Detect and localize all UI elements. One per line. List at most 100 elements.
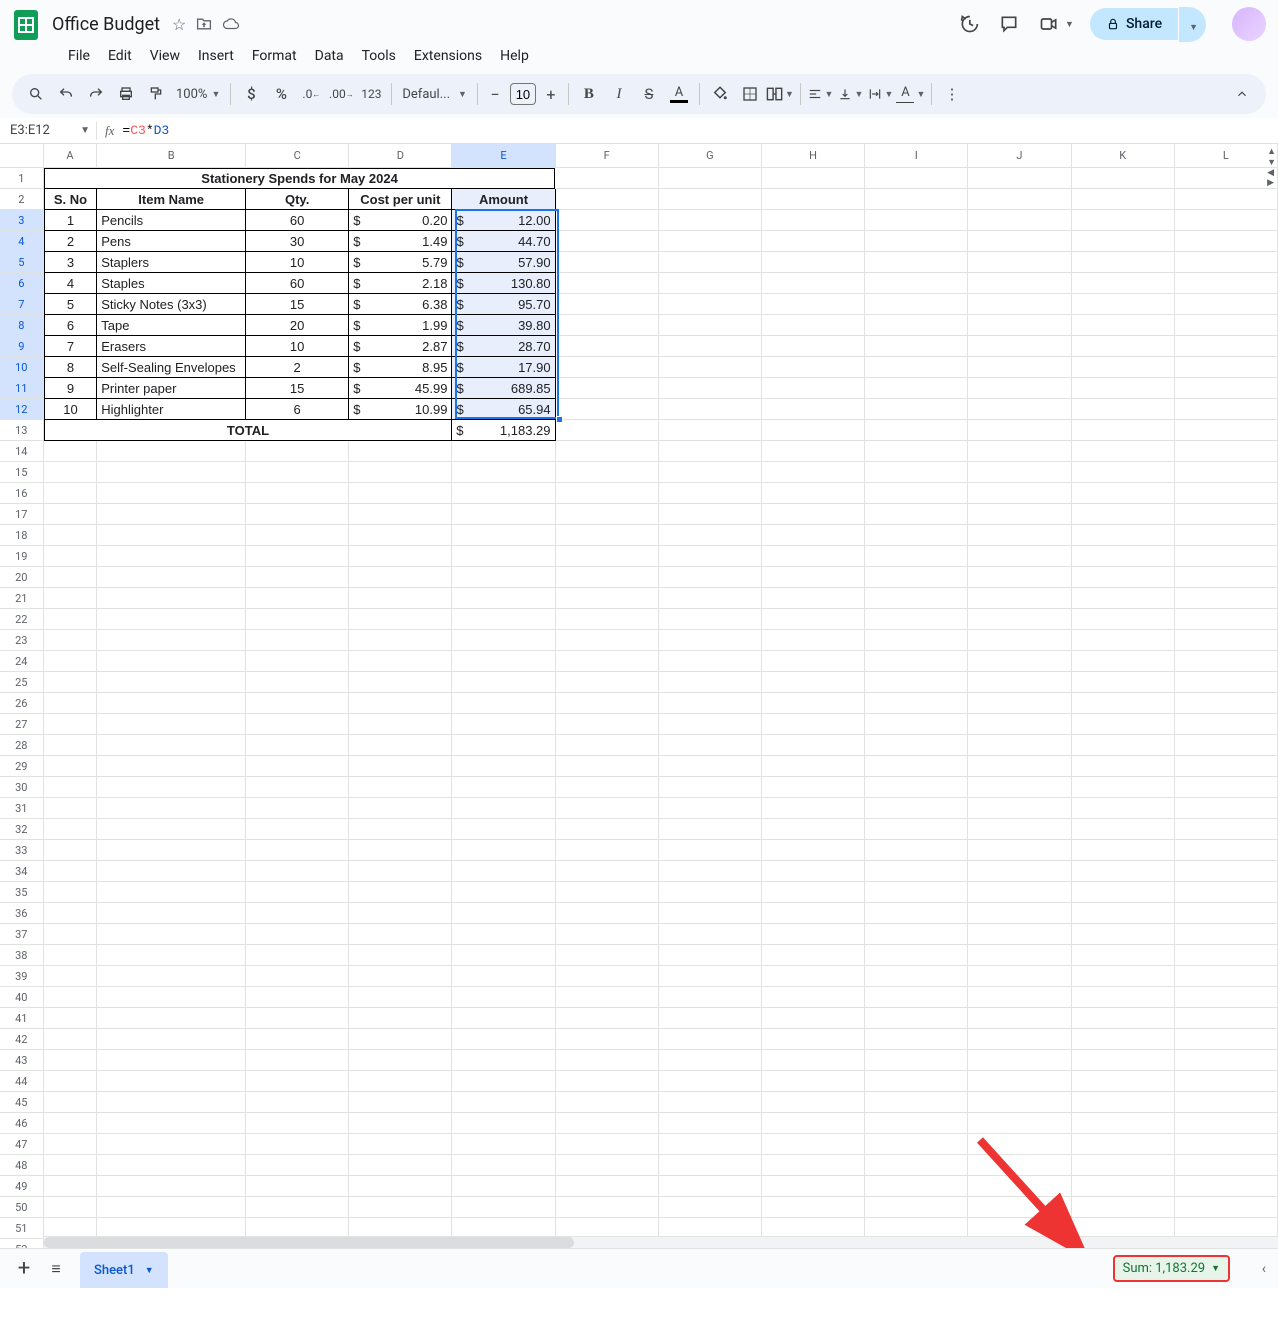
cell[interactable] [865,294,968,315]
cell[interactable] [452,1155,555,1176]
cell[interactable] [968,945,1071,966]
cell[interactable] [968,609,1071,630]
cell[interactable] [1175,861,1278,882]
cloud-status-icon[interactable] [222,17,240,31]
cell[interactable] [44,882,98,903]
all-sheets-button[interactable]: ≡ [40,1253,72,1285]
cell[interactable]: 8 [44,357,98,378]
cell[interactable] [968,567,1071,588]
cell[interactable] [1175,378,1278,399]
cell[interactable] [968,210,1071,231]
row-header-25[interactable]: 25 [0,672,44,693]
horizontal-scrollbar[interactable] [44,1236,1278,1248]
merge-cells-button[interactable]: ▼ [766,80,794,108]
cell[interactable] [968,168,1071,189]
cell[interactable] [452,798,555,819]
cell[interactable] [865,1092,968,1113]
cell[interactable] [452,546,555,567]
col-header-L[interactable]: L [1175,144,1278,167]
cell[interactable] [865,504,968,525]
row-header-14[interactable]: 14 [0,441,44,462]
cell[interactable] [97,483,246,504]
cell[interactable] [349,819,452,840]
cell[interactable] [97,504,246,525]
cell[interactable] [97,1155,246,1176]
cell[interactable]: $57.90 [452,252,555,273]
cell[interactable] [349,609,452,630]
halign-button[interactable]: ▼ [807,80,835,108]
cell[interactable] [556,609,659,630]
cell[interactable] [1175,1197,1278,1218]
cell[interactable] [1072,546,1175,567]
row-header-32[interactable]: 32 [0,819,44,840]
cell[interactable]: $689.85 [452,378,555,399]
cell[interactable] [556,189,659,210]
cell[interactable] [1072,1092,1175,1113]
cell[interactable]: TOTAL [44,420,453,441]
cell[interactable]: $12.00 [452,210,555,231]
comment-icon[interactable] [997,12,1021,36]
cell[interactable]: 60 [246,210,349,231]
cell[interactable] [246,525,349,546]
cell[interactable] [246,483,349,504]
row-header-51[interactable]: 51 [0,1218,44,1239]
cell[interactable] [349,567,452,588]
cell[interactable] [762,903,865,924]
cell[interactable] [44,924,98,945]
cell[interactable] [556,294,659,315]
cell[interactable] [556,525,659,546]
cell[interactable] [97,462,246,483]
row-header-50[interactable]: 50 [0,1197,44,1218]
cell[interactable]: 60 [246,273,349,294]
cell[interactable] [556,903,659,924]
cell[interactable] [1175,1155,1278,1176]
cell[interactable] [349,1113,452,1134]
cell[interactable] [1175,609,1278,630]
cell[interactable]: $65.94 [452,399,555,420]
cell[interactable] [44,987,98,1008]
cell[interactable] [452,1092,555,1113]
col-header-H[interactable]: H [762,144,865,167]
cell[interactable] [556,1008,659,1029]
cell[interactable] [762,504,865,525]
cell[interactable] [97,924,246,945]
cell[interactable] [1072,840,1175,861]
cell[interactable] [556,693,659,714]
cell[interactable] [968,882,1071,903]
cell[interactable] [44,1134,98,1155]
menu-help[interactable]: Help [492,44,537,68]
cell[interactable] [452,1008,555,1029]
cell[interactable] [1175,168,1278,189]
cell[interactable] [968,903,1071,924]
cell[interactable] [452,987,555,1008]
cell[interactable] [452,609,555,630]
cell[interactable] [97,609,246,630]
cell[interactable] [556,672,659,693]
col-header-B[interactable]: B [97,144,246,167]
cell[interactable] [349,945,452,966]
cell[interactable] [865,210,968,231]
menu-insert[interactable]: Insert [190,44,242,68]
cell[interactable] [1175,798,1278,819]
row-header-30[interactable]: 30 [0,777,44,798]
cell[interactable] [349,966,452,987]
cell[interactable] [97,777,246,798]
cell[interactable] [865,336,968,357]
cell[interactable] [1175,210,1278,231]
cell[interactable] [865,777,968,798]
cell[interactable] [968,546,1071,567]
cell[interactable] [865,315,968,336]
cell[interactable] [1175,882,1278,903]
cell[interactable] [1175,231,1278,252]
cell[interactable]: $1,183.29 [452,420,555,441]
cell[interactable] [452,735,555,756]
cell[interactable] [659,294,762,315]
cell[interactable] [659,336,762,357]
col-header-K[interactable]: K [1072,144,1175,167]
cell[interactable] [556,651,659,672]
cell[interactable]: $8.95 [349,357,452,378]
cell[interactable] [968,1197,1071,1218]
cell[interactable] [1175,357,1278,378]
cell[interactable] [556,861,659,882]
cell[interactable] [44,840,98,861]
